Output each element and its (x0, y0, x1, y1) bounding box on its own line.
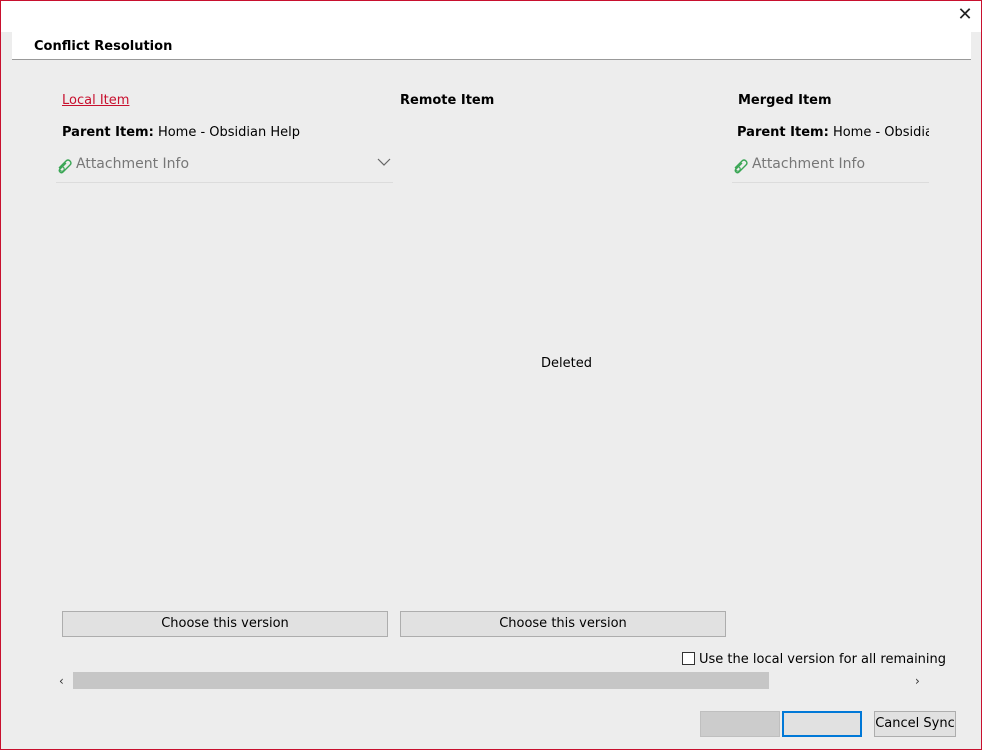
local-attachment-label: Attachment Info (76, 156, 190, 172)
merged-attachment-info[interactable]: Attachment Info (732, 153, 929, 183)
choose-remote-button[interactable]: Choose this version (400, 611, 726, 637)
local-attachment-info[interactable]: Attachment Info (56, 153, 393, 183)
title-bar: ✕ (1, 1, 981, 32)
disabled-action-button (700, 711, 780, 737)
horizontal-scrollbar-thumb[interactable] (73, 672, 769, 689)
local-item-link[interactable]: Local Item (62, 93, 129, 108)
local-parent-label: Parent Item: (62, 125, 154, 140)
remote-item-title: Remote Item (400, 93, 495, 108)
cancel-sync-button[interactable]: Cancel Sync (874, 711, 956, 737)
paperclip-icon (58, 159, 72, 174)
scroll-right-arrow[interactable]: › (915, 674, 920, 688)
conflict-resolution-window: ✕ Conflict Resolution Local Item Parent … (0, 0, 982, 750)
use-local-all-option[interactable]: Use the local version for all remaining (682, 652, 946, 667)
choose-local-button[interactable]: Choose this version (62, 611, 388, 637)
merged-parent-item: Parent Item: Home - Obsidian H (737, 125, 929, 140)
merged-item-title: Merged Item (738, 93, 832, 108)
header-strip: Conflict Resolution (12, 32, 971, 60)
use-local-all-label: Use the local version for all remaining (699, 652, 947, 667)
scroll-left-arrow[interactable]: ‹ (59, 674, 64, 688)
merged-attachment-label: Attachment Info (752, 156, 866, 172)
merged-parent-value: Home - Obsidian H (832, 125, 929, 140)
close-icon[interactable]: ✕ (957, 5, 973, 25)
chevron-down-icon[interactable] (377, 157, 391, 167)
local-parent-item: Parent Item: Home - Obsidian Help (62, 125, 382, 140)
page-title: Conflict Resolution (34, 39, 173, 54)
remote-status: Deleted (541, 356, 592, 371)
default-action-button[interactable] (782, 711, 862, 737)
paperclip-icon (734, 159, 748, 174)
use-local-all-checkbox[interactable] (682, 652, 695, 665)
merged-parent-label: Parent Item: (737, 125, 829, 140)
local-parent-value: Home - Obsidian Help (157, 125, 300, 140)
